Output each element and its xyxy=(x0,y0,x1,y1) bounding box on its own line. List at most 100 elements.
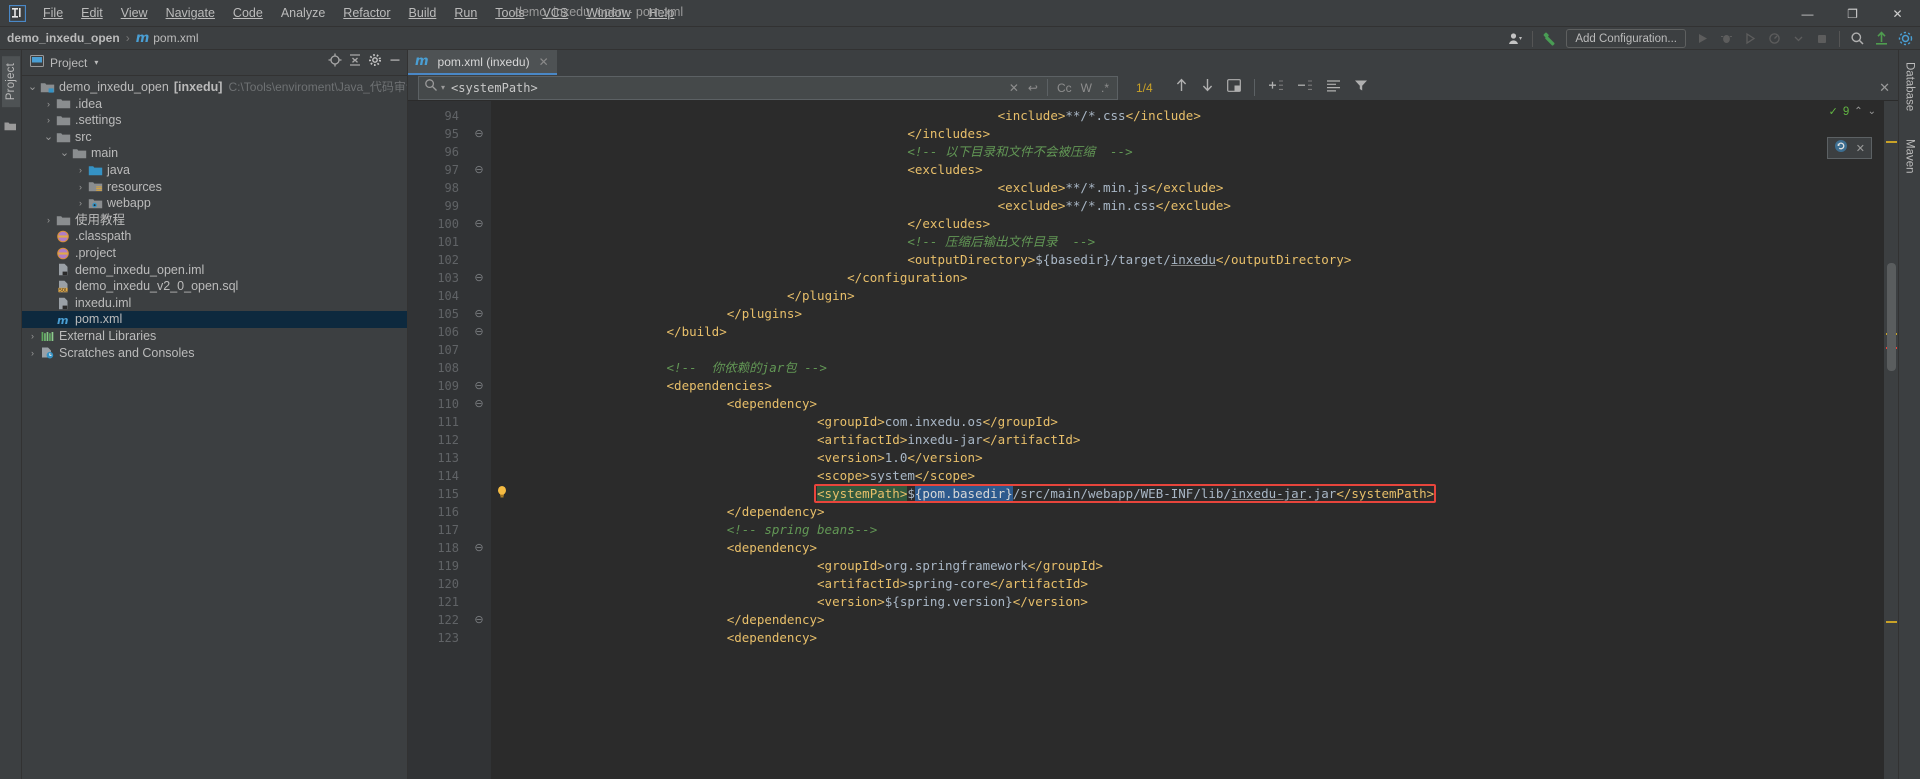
expand-arrow-icon[interactable]: ⌄ xyxy=(26,81,39,92)
code-line[interactable]: <dependencies> xyxy=(512,377,1884,395)
project-tree[interactable]: ⌄ demo_inxedu_open [inxedu] C:\Tools\enviro… xyxy=(22,76,407,779)
right-tool-rail[interactable]: Database Maven xyxy=(1898,50,1920,779)
collapse-all-icon[interactable] xyxy=(348,53,362,72)
collapse-arrow-icon[interactable]: › xyxy=(74,162,87,179)
expand-arrow-icon[interactable]: ⌄ xyxy=(58,148,71,159)
inspection-widget[interactable]: ✓ 9 ⌃ ⌄ xyxy=(1829,105,1876,119)
maven-reload-popup[interactable]: ✕ xyxy=(1826,137,1872,159)
code-fold-toggle[interactable]: ⊖ xyxy=(468,269,490,287)
code-line[interactable]: <excludes> xyxy=(512,161,1884,179)
settings-icon[interactable] xyxy=(1894,29,1916,49)
find-field-actions[interactable]: ✕ ↩ Cc W .* xyxy=(1009,79,1112,96)
code-content[interactable]: <include>**/*.css</include> </includes> … xyxy=(512,101,1884,779)
search-input[interactable]: ▾ <systemPath> ✕ ↩ Cc W .* xyxy=(418,75,1118,100)
window-controls[interactable]: — ❐ ✕ xyxy=(1785,0,1920,27)
search-everywhere-icon[interactable] xyxy=(1846,29,1868,49)
code-line[interactable]: <!-- 以下目录和文件不会被压缩 --> xyxy=(512,143,1884,161)
code-line[interactable]: <outputDirectory>${basedir}/target/inxed… xyxy=(512,251,1884,269)
find-navigation-actions[interactable] xyxy=(1175,78,1368,97)
code-line[interactable] xyxy=(512,341,1884,359)
tree-item[interactable]: .project xyxy=(22,245,407,262)
tree-item[interactable]: SQL demo_inxedu_v2_0_open.sql xyxy=(22,278,407,295)
code-line-highlighted[interactable]: <systemPath>${pom.basedir}/src/main/weba… xyxy=(512,485,1884,503)
update-project-icon[interactable] xyxy=(1870,29,1892,49)
add-configuration-button[interactable]: Add Configuration... xyxy=(1566,29,1686,48)
gear-icon[interactable] xyxy=(368,53,382,72)
annotation-gutter[interactable] xyxy=(490,101,512,779)
menu-navigate[interactable]: Navigate xyxy=(157,2,224,24)
rail-button-maven[interactable]: Maven xyxy=(1901,132,1919,181)
stop-icon[interactable] xyxy=(1811,29,1833,49)
menu-run[interactable]: Run xyxy=(445,2,486,24)
tree-item[interactable]: › webapp xyxy=(22,195,407,212)
code-line[interactable]: <!-- spring beans--> xyxy=(512,521,1884,539)
code-folding-gutter[interactable]: ⊖ ⊖ ⊖ ⊖ ⊖ ⊖ ⊖ ⊖ ⊖ ⊖ xyxy=(468,101,490,779)
maximize-button[interactable]: ❐ xyxy=(1830,0,1875,27)
tree-item[interactable]: ⌄ src xyxy=(22,129,407,146)
tree-item[interactable]: › .settings xyxy=(22,112,407,129)
collapse-arrow-icon[interactable]: › xyxy=(42,212,55,229)
search-history-icon[interactable]: ↩ xyxy=(1028,81,1038,95)
remove-line-icon[interactable] xyxy=(1297,79,1313,97)
menu-file[interactable]: File xyxy=(34,2,72,24)
code-line[interactable]: <include>**/*.css</include> xyxy=(512,107,1884,125)
left-tool-rail[interactable]: Project xyxy=(0,50,22,779)
code-line[interactable]: <!-- 你依赖的jar包 --> xyxy=(512,359,1884,377)
code-line[interactable]: </excludes> xyxy=(512,215,1884,233)
code-line[interactable]: </build> xyxy=(512,323,1884,341)
menu-code[interactable]: Code xyxy=(224,2,272,24)
close-find-icon[interactable]: ✕ xyxy=(1879,80,1890,96)
collapse-arrow-icon[interactable]: › xyxy=(26,345,39,362)
collapse-arrow-icon[interactable]: › xyxy=(42,112,55,129)
code-line[interactable]: <dependency> xyxy=(512,539,1884,557)
profile-icon[interactable] xyxy=(1763,29,1785,49)
locate-icon[interactable] xyxy=(328,53,342,72)
chevron-down-icon[interactable] xyxy=(1787,29,1809,49)
tree-item[interactable]: ⌄ main xyxy=(22,145,407,162)
code-fold-toggle[interactable]: ⊖ xyxy=(468,323,490,341)
expand-arrow-icon[interactable]: ⌄ xyxy=(42,131,55,142)
user-account-icon[interactable] xyxy=(1504,29,1526,49)
rail-button-database[interactable]: Database xyxy=(1901,55,1919,118)
tree-item[interactable]: › java xyxy=(22,162,407,179)
menu-analyze[interactable]: Analyze xyxy=(272,2,334,24)
tree-item[interactable]: ⌄ demo_inxedu_open [inxedu] C:\Tools\enviro… xyxy=(22,79,407,96)
collapse-arrow-icon[interactable]: › xyxy=(26,328,39,345)
code-line[interactable]: <dependency> xyxy=(512,395,1884,413)
code-fold-toggle[interactable]: ⊖ xyxy=(468,377,490,395)
rail-button-project[interactable]: Project xyxy=(1,56,20,108)
tree-item[interactable]: › 使用教程 xyxy=(22,212,407,229)
code-editor[interactable]: 94 95 96 97 98 99 100 101 102 103 104 105 106 107 108 1… xyxy=(408,101,1898,779)
code-line[interactable]: </dependency> xyxy=(512,503,1884,521)
tree-item[interactable]: .classpath xyxy=(22,228,407,245)
chevron-down-icon[interactable]: ▾ xyxy=(94,58,98,67)
code-fold-toggle[interactable]: ⊖ xyxy=(468,125,490,143)
menu-edit[interactable]: Edit xyxy=(72,2,112,24)
code-line[interactable]: </plugin> xyxy=(512,287,1884,305)
editor-tab-bar[interactable]: m pom.xml (inxedu) ✕ xyxy=(408,50,1898,75)
project-panel-actions[interactable] xyxy=(328,53,402,72)
code-fold-toggle[interactable]: ⊖ xyxy=(468,395,490,413)
menu-refactor[interactable]: Refactor xyxy=(334,2,399,24)
code-fold-toggle[interactable]: ⊖ xyxy=(468,161,490,179)
stripe-marker[interactable] xyxy=(1886,141,1897,143)
navbar-actions[interactable]: Add Configuration... xyxy=(1504,27,1916,50)
find-next-icon[interactable] xyxy=(1201,78,1214,97)
code-line[interactable]: <artifactId>inxedu-jar</artifactId> xyxy=(512,431,1884,449)
structure-icon[interactable] xyxy=(4,119,17,137)
code-line[interactable]: <!-- 压缩后输出文件目录 --> xyxy=(512,233,1884,251)
code-line[interactable]: <scope>system</scope> xyxy=(512,467,1884,485)
code-fold-toggle[interactable]: ⊖ xyxy=(468,611,490,629)
search-history-chevron-icon[interactable]: ▾ xyxy=(441,83,445,92)
build-hammer-icon[interactable] xyxy=(1539,29,1561,49)
code-line[interactable]: </configuration> xyxy=(512,269,1884,287)
tree-item-selected[interactable]: m pom.xml xyxy=(22,311,407,328)
close-popup-icon[interactable]: ✕ xyxy=(1856,142,1865,155)
code-fold-toggle[interactable]: ⊖ xyxy=(468,539,490,557)
close-button[interactable]: ✕ xyxy=(1875,0,1920,27)
inspection-next-icon[interactable]: ⌄ xyxy=(1868,106,1876,117)
run-icon[interactable] xyxy=(1691,29,1713,49)
inspection-prev-icon[interactable]: ⌃ xyxy=(1854,106,1862,117)
code-line[interactable]: </dependency> xyxy=(512,611,1884,629)
breadcrumb-project[interactable]: demo_inxedu_open xyxy=(7,31,120,45)
